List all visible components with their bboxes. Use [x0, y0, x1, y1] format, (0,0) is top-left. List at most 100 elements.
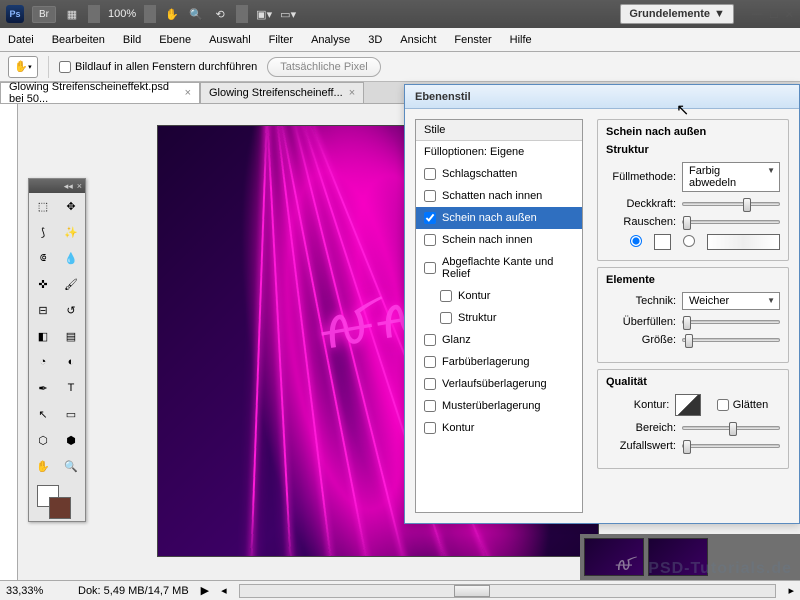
- style-checkbox[interactable]: [424, 234, 436, 246]
- current-tool-indicator[interactable]: ✋▾: [8, 56, 38, 78]
- spread-slider[interactable]: [682, 320, 780, 324]
- wand-tool[interactable]: ✨: [57, 219, 85, 245]
- menu-datei[interactable]: Datei: [8, 34, 34, 46]
- blur-tool[interactable]: ◔: [29, 349, 57, 375]
- frame-icon[interactable]: ▦: [64, 6, 80, 22]
- close-icon[interactable]: ✕: [785, 8, 794, 21]
- document-tab[interactable]: Glowing Streifenscheineff...×: [200, 82, 364, 103]
- menu-ansicht[interactable]: Ansicht: [400, 34, 436, 46]
- color-radio[interactable]: [630, 235, 642, 250]
- 3d-camera-tool[interactable]: ⬢: [57, 427, 85, 453]
- style-item[interactable]: Schlagschatten: [416, 163, 582, 185]
- close-icon[interactable]: ×: [77, 181, 82, 191]
- type-tool[interactable]: T: [57, 375, 85, 401]
- menu-3d[interactable]: 3D: [368, 34, 382, 46]
- heal-tool[interactable]: ✜: [29, 271, 57, 297]
- style-item[interactable]: Verlaufsüberlagerung: [416, 373, 582, 395]
- stamp-tool[interactable]: ⊟: [29, 297, 57, 323]
- scroll-all-checkbox[interactable]: Bildlauf in allen Fenstern durchführen: [59, 61, 257, 73]
- marquee-tool[interactable]: ⬚: [29, 193, 57, 219]
- chevron-right-icon[interactable]: ▶: [201, 584, 209, 597]
- shape-tool[interactable]: ▭: [57, 401, 85, 427]
- style-item[interactable]: Abgeflachte Kante und Relief: [416, 251, 582, 285]
- range-slider[interactable]: [682, 426, 780, 430]
- actual-pixels-button[interactable]: Tatsächliche Pixel: [267, 57, 380, 77]
- style-checkbox[interactable]: [424, 378, 436, 390]
- style-item[interactable]: Schatten nach innen: [416, 185, 582, 207]
- close-icon[interactable]: ×: [349, 87, 355, 99]
- blend-mode-select[interactable]: Farbig abwedeln: [682, 162, 780, 192]
- close-icon[interactable]: ×: [185, 87, 191, 99]
- glow-gradient-swatch[interactable]: [707, 234, 780, 250]
- path-tool[interactable]: ↖: [29, 401, 57, 427]
- style-item[interactable]: Musterüberlagerung: [416, 395, 582, 417]
- technique-select[interactable]: Weicher: [682, 292, 780, 310]
- menu-bearbeiten[interactable]: Bearbeiten: [52, 34, 105, 46]
- move-tool[interactable]: ✥: [57, 193, 85, 219]
- document-tab[interactable]: Glowing Streifenscheineffekt.psd bei 50.…: [0, 82, 200, 103]
- lasso-tool[interactable]: ⟆: [29, 219, 57, 245]
- 3d-tool[interactable]: ⬡: [29, 427, 57, 453]
- style-item[interactable]: Kontur: [416, 285, 582, 307]
- zoom-value[interactable]: 100%: [108, 8, 136, 20]
- opacity-slider[interactable]: [682, 202, 780, 206]
- screenmode-icon[interactable]: ▭▾: [280, 6, 296, 22]
- style-item[interactable]: Kontur: [416, 417, 582, 439]
- menu-fenster[interactable]: Fenster: [454, 34, 491, 46]
- arrange-icon[interactable]: ▣▾: [256, 6, 272, 22]
- style-checkbox[interactable]: [424, 262, 436, 274]
- style-item[interactable]: Fülloptionen: Eigene: [416, 141, 582, 163]
- menu-analyse[interactable]: Analyse: [311, 34, 350, 46]
- jitter-slider[interactable]: [682, 444, 780, 448]
- style-item[interactable]: Schein nach außen: [416, 207, 582, 229]
- menu-ebene[interactable]: Ebene: [159, 34, 191, 46]
- layer-thumbnail[interactable]: ꫛ: [584, 538, 644, 576]
- history-brush-tool[interactable]: ↺: [57, 297, 85, 323]
- scroll-right-icon[interactable]: ▸: [788, 584, 794, 597]
- style-item[interactable]: Glanz: [416, 329, 582, 351]
- menu-auswahl[interactable]: Auswahl: [209, 34, 251, 46]
- collapse-icon[interactable]: ◂◂: [64, 181, 73, 192]
- zoom-display[interactable]: 33,33%: [6, 585, 66, 597]
- style-item[interactable]: Schein nach innen: [416, 229, 582, 251]
- menu-filter[interactable]: Filter: [269, 34, 293, 46]
- zoom-tool[interactable]: 🔍: [57, 453, 85, 479]
- horizontal-scrollbar[interactable]: [239, 584, 777, 598]
- style-checkbox[interactable]: [424, 422, 436, 434]
- bridge-button[interactable]: Br: [32, 6, 56, 23]
- gradient-radio[interactable]: [683, 235, 695, 250]
- style-checkbox[interactable]: [424, 168, 436, 180]
- style-checkbox[interactable]: [440, 312, 452, 324]
- workspace-selector[interactable]: Grundelemente▼: [620, 4, 734, 24]
- brush-tool[interactable]: 🖌: [57, 271, 85, 297]
- menu-bild[interactable]: Bild: [123, 34, 141, 46]
- style-checkbox[interactable]: [424, 334, 436, 346]
- noise-slider[interactable]: [682, 220, 780, 224]
- hand-tool[interactable]: ✋: [29, 453, 57, 479]
- menu-hilfe[interactable]: Hilfe: [510, 34, 532, 46]
- style-checkbox[interactable]: [424, 356, 436, 368]
- style-item[interactable]: Struktur: [416, 307, 582, 329]
- style-checkbox[interactable]: [440, 290, 452, 302]
- hand-icon[interactable]: ✋: [164, 6, 180, 22]
- restore-icon[interactable]: ☐: [769, 8, 779, 21]
- glow-color-swatch[interactable]: [654, 234, 671, 250]
- eraser-tool[interactable]: ◧: [29, 323, 57, 349]
- rotate-icon[interactable]: ⟲: [212, 6, 228, 22]
- dodge-tool[interactable]: ◐: [57, 349, 85, 375]
- style-item[interactable]: Farbüberlagerung: [416, 351, 582, 373]
- background-color[interactable]: [49, 497, 71, 519]
- eyedropper-tool[interactable]: 💧: [57, 245, 85, 271]
- contour-picker[interactable]: [675, 394, 701, 416]
- gradient-tool[interactable]: ▤: [57, 323, 85, 349]
- pen-tool[interactable]: ✒: [29, 375, 57, 401]
- antialias-checkbox[interactable]: Glätten: [717, 399, 780, 411]
- scroll-left-icon[interactable]: ◂: [221, 584, 227, 597]
- style-checkbox[interactable]: [424, 190, 436, 202]
- minimize-icon[interactable]: —: [752, 8, 763, 21]
- size-slider[interactable]: [682, 338, 780, 342]
- style-checkbox[interactable]: [424, 212, 436, 224]
- zoom-icon[interactable]: 🔍: [188, 6, 204, 22]
- style-checkbox[interactable]: [424, 400, 436, 412]
- crop-tool[interactable]: ⟃: [29, 245, 57, 271]
